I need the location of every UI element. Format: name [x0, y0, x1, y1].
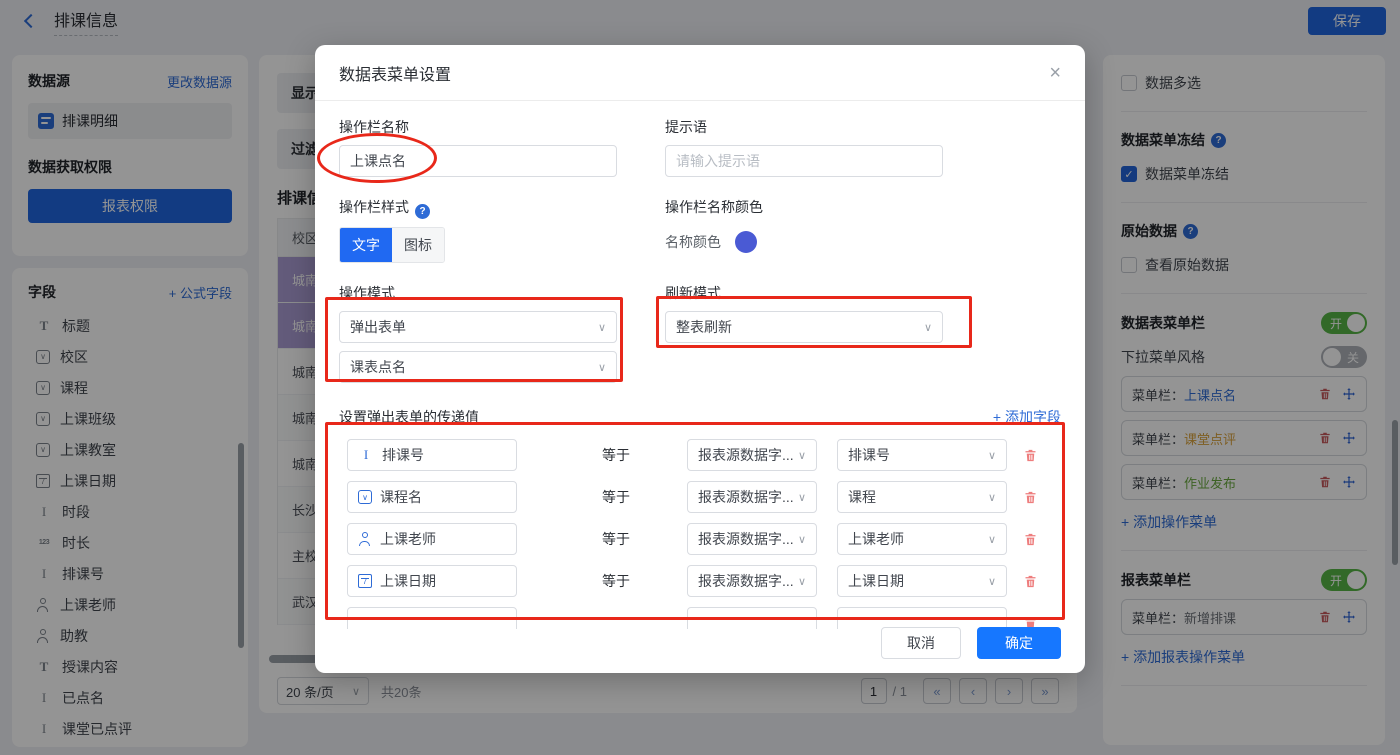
refresh-mode-label: 刷新模式: [665, 283, 943, 303]
trash-icon[interactable]: [1023, 532, 1038, 547]
confirm-button[interactable]: 确定: [977, 627, 1061, 659]
source-field-select[interactable]: 课程 ∨: [837, 481, 1007, 513]
pass-row: 7 上课日期 等于 报表源数据字... ∨ 上课日期 ∨: [339, 565, 1061, 597]
close-icon[interactable]: ×: [1049, 63, 1061, 83]
text-icon: I: [358, 447, 374, 463]
refresh-mode-value: 整表刷新: [676, 317, 732, 337]
source-type-select[interactable]: 报表源数据字... ∨: [687, 481, 817, 513]
op-name-input[interactable]: [339, 145, 617, 177]
source-field-value: 上课老师: [848, 529, 904, 549]
pass-values-list: I 排课号 等于 报表源数据字... ∨ 排课号 ∨ ∨ 课程名 等于 报表源数据字..…: [339, 439, 1061, 629]
pass-field-label: 课程名: [380, 487, 422, 507]
trash-icon[interactable]: [1023, 490, 1038, 505]
chevron-down-icon: ∨: [988, 575, 996, 588]
equals-label: 等于: [602, 571, 642, 591]
user-icon: [358, 532, 372, 546]
date-icon: 7: [358, 574, 372, 588]
help-icon[interactable]: ?: [415, 204, 430, 219]
chevron-down-icon: ∨: [988, 491, 996, 504]
tip-input[interactable]: [665, 145, 943, 177]
add-field-link[interactable]: + 添加字段: [993, 407, 1061, 427]
trash-icon[interactable]: [1023, 448, 1038, 463]
pass-row: I 排课号 等于 报表源数据字... ∨ 排课号 ∨: [339, 439, 1061, 471]
equals-label: 等于: [602, 529, 642, 549]
style-segmented-control: 文字 图标: [339, 227, 445, 263]
pass-field-box[interactable]: 上课老师: [347, 523, 517, 555]
op-name-label: 操作栏名称: [339, 117, 617, 137]
source-field-select[interactable]: 上课老师 ∨: [837, 523, 1007, 555]
chevron-down-icon: ∨: [988, 449, 996, 462]
refresh-mode-select[interactable]: 整表刷新 ∨: [665, 311, 943, 343]
op-mode-select[interactable]: 弹出表单 ∨: [339, 311, 617, 343]
op-mode-label: 操作模式: [339, 283, 617, 303]
equals-label: 等于: [602, 487, 642, 507]
source-field-value: 课程: [848, 487, 876, 507]
target-form-value: 课表点名: [350, 357, 406, 377]
style-label: 操作栏样式?: [339, 197, 617, 219]
source-field-value: 排课号: [848, 445, 890, 465]
pass-field-box[interactable]: ∨ 课程名: [347, 481, 517, 513]
app-root: 排课信息 保存 数据源 更改数据源 排课明细 数据获取权限 报表权限 字段 + …: [0, 0, 1400, 755]
chevron-down-icon: ∨: [598, 361, 606, 374]
pass-field-label: 上课日期: [380, 571, 436, 591]
style-text-tab[interactable]: 文字: [340, 228, 392, 262]
name-color-section-label: 操作栏名称颜色: [665, 197, 943, 217]
chevron-down-icon: ∨: [988, 533, 996, 546]
source-field-value: 上课日期: [848, 571, 904, 591]
pass-field-label: 排课号: [382, 445, 424, 465]
source-type-value: 报表源数据字...: [698, 571, 794, 591]
select-icon: ∨: [358, 490, 372, 504]
trash-icon[interactable]: [1023, 574, 1038, 589]
equals-label: 等于: [602, 445, 642, 465]
chevron-down-icon: ∨: [798, 575, 806, 588]
source-type-select[interactable]: 报表源数据字... ∨: [687, 523, 817, 555]
target-form-select[interactable]: 课表点名 ∨: [339, 351, 617, 383]
cancel-button[interactable]: 取消: [881, 627, 961, 659]
source-type-value: 报表源数据字...: [698, 487, 794, 507]
pass-values-title: 设置弹出表单的传递值: [339, 407, 479, 427]
source-field-select[interactable]: 上课日期 ∨: [837, 565, 1007, 597]
chevron-down-icon: ∨: [798, 533, 806, 546]
source-type-value: 报表源数据字...: [698, 529, 794, 549]
pass-row-partial: [339, 607, 1061, 629]
source-type-select[interactable]: [687, 607, 817, 629]
pass-field-box[interactable]: I 排课号: [347, 439, 517, 471]
pass-row: 上课老师 等于 报表源数据字... ∨ 上课老师 ∨: [339, 523, 1061, 555]
source-type-select[interactable]: 报表源数据字... ∨: [687, 565, 817, 597]
modal-title: 数据表菜单设置: [339, 61, 451, 85]
source-field-select[interactable]: 排课号 ∨: [837, 439, 1007, 471]
pass-row: ∨ 课程名 等于 报表源数据字... ∨ 课程 ∨: [339, 481, 1061, 513]
pass-field-label: 上课老师: [380, 529, 436, 549]
name-color-label: 名称颜色: [665, 232, 721, 252]
chevron-down-icon: ∨: [924, 321, 932, 334]
chevron-down-icon: ∨: [798, 491, 806, 504]
tip-label: 提示语: [665, 117, 943, 137]
source-type-value: 报表源数据字...: [698, 445, 794, 465]
table-menu-settings-modal: 数据表菜单设置 × 操作栏名称 提示语 操作栏样式? 文字 图: [315, 45, 1085, 673]
source-type-select[interactable]: 报表源数据字... ∨: [687, 439, 817, 471]
chevron-down-icon: ∨: [598, 321, 606, 334]
style-icon-tab[interactable]: 图标: [392, 228, 444, 262]
source-field-select[interactable]: [837, 607, 1007, 629]
color-swatch[interactable]: [735, 231, 757, 253]
pass-field-box[interactable]: [347, 607, 517, 629]
chevron-down-icon: ∨: [798, 449, 806, 462]
op-mode-value: 弹出表单: [350, 317, 406, 337]
pass-field-box[interactable]: 7 上课日期: [347, 565, 517, 597]
